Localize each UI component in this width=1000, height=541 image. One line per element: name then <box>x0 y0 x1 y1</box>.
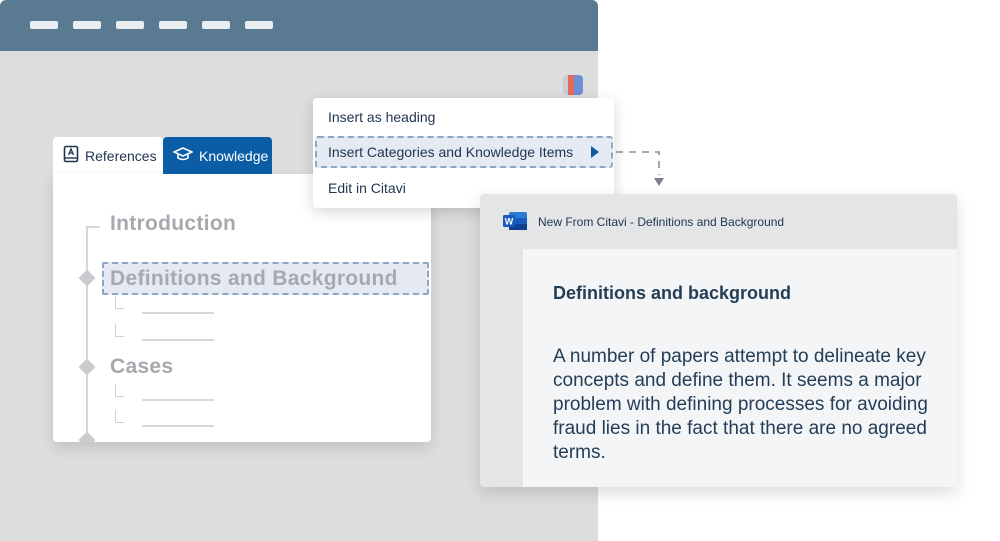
tree-branch <box>115 410 124 423</box>
tab-references-label: References <box>85 147 157 164</box>
menu-item-edit-in-citavi[interactable]: Edit in Citavi <box>328 180 406 196</box>
tree-item-definitions[interactable]: Definitions and Background <box>110 267 398 291</box>
menu-item-insert-categories[interactable]: Insert Categories and Knowledge Items <box>328 144 573 160</box>
tree-connector <box>86 226 100 228</box>
menu-placeholder[interactable] <box>159 21 187 29</box>
tab-references[interactable]: References <box>53 137 163 174</box>
word-window-title: New From Citavi - Definitions and Backgr… <box>538 215 785 229</box>
flow-arrow-icon <box>616 151 664 186</box>
app-titlebar <box>0 0 598 51</box>
tree-subitem-placeholder[interactable] <box>142 399 214 401</box>
knowledge-tree-panel: Introduction Definitions and Background … <box>53 174 431 442</box>
tree-branch <box>115 324 124 337</box>
word-document-window: W New From Citavi - Definitions and Back… <box>480 194 957 487</box>
chevron-right-icon <box>591 146 599 158</box>
menu-placeholder[interactable] <box>202 21 230 29</box>
document-page[interactable]: Definitions and background A number of p… <box>523 249 957 487</box>
tab-knowledge[interactable]: Knowledge <box>163 137 272 174</box>
svg-text:W: W <box>505 217 514 227</box>
menu-placeholder[interactable] <box>245 21 273 29</box>
menu-placeholder[interactable] <box>30 21 58 29</box>
word-icon: W <box>503 212 527 230</box>
menu-item-insert-heading[interactable]: Insert as heading <box>328 109 435 125</box>
book-icon <box>63 145 79 166</box>
tab-knowledge-label: Knowledge <box>199 147 269 164</box>
tree-subitem-placeholder[interactable] <box>142 425 214 427</box>
tree-connector <box>86 226 88 442</box>
tree-branch <box>115 296 124 309</box>
context-menu: Insert as heading Insert Categories and … <box>313 98 614 208</box>
tree-item-cases[interactable]: Cases <box>110 355 173 379</box>
menu-placeholder[interactable] <box>73 21 101 29</box>
document-body-text: A number of papers attempt to delineate … <box>553 346 928 463</box>
tree-item-introduction[interactable]: Introduction <box>110 212 236 236</box>
document-heading: Definitions and background <box>553 283 792 303</box>
graduation-cap-icon <box>172 146 194 165</box>
tree-branch <box>115 384 124 397</box>
tree-node-marker <box>78 431 96 442</box>
menu-placeholder[interactable] <box>116 21 144 29</box>
tree-subitem-placeholder[interactable] <box>142 339 214 341</box>
tree-node-marker <box>78 358 96 376</box>
tree-subitem-placeholder[interactable] <box>142 312 214 314</box>
tree-node-marker <box>78 269 96 287</box>
citavi-icon[interactable] <box>563 75 583 95</box>
